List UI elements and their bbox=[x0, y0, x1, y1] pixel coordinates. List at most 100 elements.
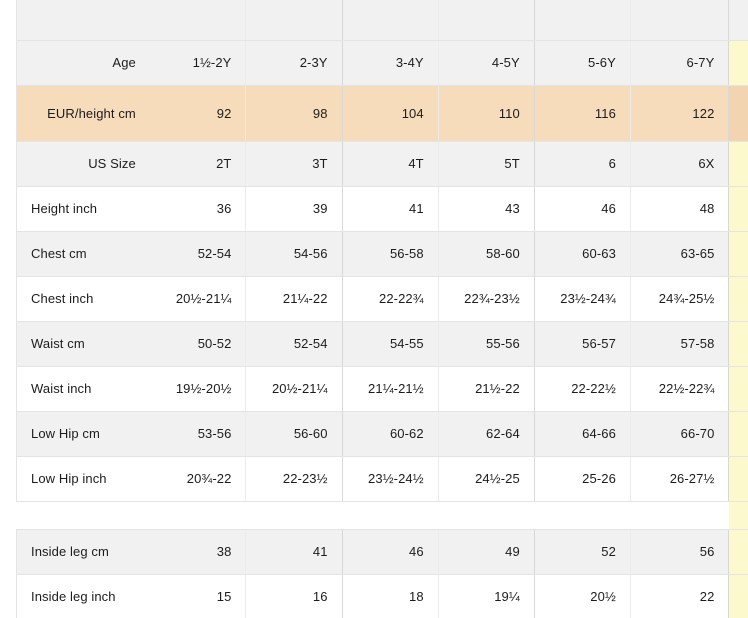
group-header-cell-2 bbox=[245, 0, 343, 41]
cell: 41 bbox=[245, 529, 343, 575]
spacer-cell bbox=[534, 501, 631, 530]
cell: 98 bbox=[245, 85, 343, 142]
cell: 22-22¾ bbox=[341, 276, 439, 322]
cell: 22¾-23½ bbox=[437, 276, 535, 322]
cell: 64-66 bbox=[533, 411, 631, 457]
cell: 46 bbox=[533, 186, 631, 232]
table-row-eur-height-cm: EUR/height cm 92 98 104 110 116 122 128 bbox=[15, 85, 748, 142]
table-row-waist-inch: Waist inch 19½-20½ 20½-21¼ 21¼-21½ 21½-2… bbox=[15, 366, 748, 412]
cell: 25-26 bbox=[533, 456, 631, 502]
spacer-cell bbox=[16, 501, 150, 530]
row-label: Inside leg cm bbox=[15, 529, 150, 575]
group-header-cell-5 bbox=[533, 0, 631, 41]
table-row-chest-cm: Chest cm 52-54 54-56 56-58 58-60 60-63 6… bbox=[15, 231, 748, 277]
row-label: US Size bbox=[15, 141, 150, 187]
cell: 54-56 bbox=[245, 231, 343, 277]
cell: 22-22½ bbox=[533, 366, 631, 412]
table-row-inside-leg-inch: Inside leg inch 15 16 18 19¼ 20½ 22 23½ bbox=[15, 574, 748, 618]
cell: 48 bbox=[629, 186, 729, 232]
row-label: Age bbox=[15, 40, 150, 86]
cell: 70-73 bbox=[728, 411, 748, 457]
cell: 36 bbox=[149, 186, 246, 232]
size-chart-viewport: Girl Age 1½-2Y 2-3Y 3-4Y 4-5Y 5-6Y 6-7Y … bbox=[0, 0, 748, 618]
row-label: Chest cm bbox=[15, 231, 150, 277]
cell: 26-27½ bbox=[629, 456, 729, 502]
cell: 56-57 bbox=[533, 321, 631, 367]
cell: 23½-24½ bbox=[341, 456, 439, 502]
table-row-inside-leg-cm: Inside leg cm 38 41 46 49 52 56 60 bbox=[15, 529, 748, 575]
cell: 23½ bbox=[728, 574, 748, 618]
row-label: Waist cm bbox=[15, 321, 150, 367]
cell: 24½-25 bbox=[437, 456, 535, 502]
row-label: Low Hip inch bbox=[15, 456, 150, 502]
table-row-spacer bbox=[16, 501, 748, 530]
cell: 3-4Y bbox=[341, 40, 439, 86]
group-header-cell-6 bbox=[629, 0, 729, 41]
cell: 18 bbox=[341, 574, 439, 618]
table-row-age: Age 1½-2Y 2-3Y 3-4Y 4-5Y 5-6Y 6-7Y 7-8Y … bbox=[15, 40, 748, 86]
cell: 21½-22 bbox=[437, 366, 535, 412]
cell: 122 bbox=[629, 85, 729, 142]
cell: 21¼-21½ bbox=[341, 366, 439, 412]
cell: 38 bbox=[149, 529, 246, 575]
cell: 43 bbox=[437, 186, 535, 232]
cell: 56-58 bbox=[341, 231, 439, 277]
cell: 92 bbox=[149, 85, 246, 142]
cell: 4T bbox=[341, 141, 439, 187]
cell: 7 bbox=[728, 141, 748, 187]
spacer-cell bbox=[245, 501, 343, 530]
cell: 5-6Y bbox=[533, 40, 631, 86]
spacer-cell bbox=[149, 501, 246, 530]
cell: 20¾-22 bbox=[149, 456, 246, 502]
cell: 27½-28¾ bbox=[728, 456, 748, 502]
cell: 22 bbox=[629, 574, 729, 618]
row-label: Inside leg inch bbox=[15, 574, 150, 618]
cell: 20½ bbox=[533, 574, 631, 618]
cell: 22-23½ bbox=[245, 456, 343, 502]
cell: 52 bbox=[533, 529, 631, 575]
cell: 60 bbox=[728, 529, 748, 575]
cell: 55-56 bbox=[437, 321, 535, 367]
row-label: Height inch bbox=[15, 186, 150, 232]
cell: 57-58 bbox=[629, 321, 729, 367]
cell: 60-63 bbox=[533, 231, 631, 277]
cell: 16 bbox=[245, 574, 343, 618]
cell: 52-54 bbox=[245, 321, 343, 367]
cell: 2T bbox=[149, 141, 246, 187]
cell: 4-5Y bbox=[437, 40, 535, 86]
cell: 1½-2Y bbox=[149, 40, 246, 86]
cell: 54-55 bbox=[341, 321, 439, 367]
cell: 3T bbox=[245, 141, 343, 187]
cell: 25½-26¾ bbox=[728, 276, 748, 322]
spacer-cell bbox=[438, 501, 535, 530]
cell: 6 bbox=[533, 141, 631, 187]
cell: 66-70 bbox=[629, 411, 729, 457]
spacer-cell bbox=[728, 501, 748, 530]
group-header-cell-girl: Girl bbox=[728, 0, 748, 41]
cell: 110 bbox=[437, 85, 535, 142]
cell: 62-64 bbox=[437, 411, 535, 457]
cell: 19¼ bbox=[437, 574, 535, 618]
cell: 60-62 bbox=[341, 411, 439, 457]
table-row-chest-inch: Chest inch 20½-21¼ 21¼-22 22-22¾ 22¾-23½… bbox=[15, 276, 748, 322]
cell: 24¾-25½ bbox=[629, 276, 729, 322]
cell: 6X bbox=[629, 141, 729, 187]
cell: 65-68 bbox=[728, 231, 748, 277]
row-label: Waist inch bbox=[15, 366, 150, 412]
cell: 116 bbox=[533, 85, 631, 142]
row-label: EUR/height cm bbox=[15, 85, 150, 142]
table-row-us-size: US Size 2T 3T 4T 5T 6 6X 7 bbox=[15, 141, 748, 187]
cell: 6-7Y bbox=[629, 40, 729, 86]
cell: 22½-22¾ bbox=[629, 366, 729, 412]
cell: 63-65 bbox=[629, 231, 729, 277]
cell: 15 bbox=[149, 574, 246, 618]
table-row-low-hip-cm: Low Hip cm 53-56 56-60 60-62 62-64 64-66… bbox=[15, 411, 748, 457]
group-header-cell-3 bbox=[341, 0, 439, 41]
spacer-cell bbox=[630, 501, 729, 530]
cell: 7-8Y bbox=[728, 40, 748, 86]
row-label: Low Hip cm bbox=[15, 411, 150, 457]
cell: 128 bbox=[728, 85, 748, 142]
cell: 39 bbox=[245, 186, 343, 232]
group-header-cell-1 bbox=[149, 0, 246, 41]
cell: 41 bbox=[341, 186, 439, 232]
